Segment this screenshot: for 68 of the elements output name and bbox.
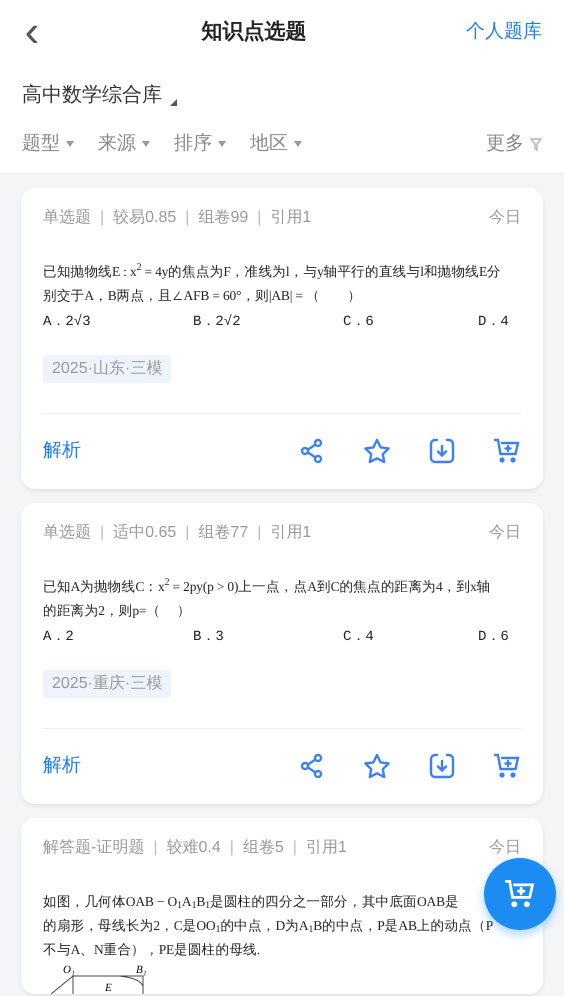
separator: | xyxy=(100,524,104,540)
filter-dropdown[interactable]: 排序 xyxy=(174,130,226,158)
analysis-link[interactable]: 解析 xyxy=(43,752,81,780)
separator: | xyxy=(257,208,262,226)
separator: | xyxy=(292,838,297,856)
question-meta: 组卷5 xyxy=(242,838,284,856)
share-icon[interactable] xyxy=(299,753,325,779)
add-to-cart-icon[interactable] xyxy=(493,438,521,464)
back-button[interactable]: ‹ xyxy=(22,10,42,54)
answer-option: A．2√3 xyxy=(43,314,91,330)
date-label: 今日 xyxy=(489,838,521,858)
question-meta: 引用1 xyxy=(306,838,347,856)
filter-dropdown[interactable]: 地区 xyxy=(250,130,302,158)
answer-option: B．3 xyxy=(193,628,224,644)
filter-icon xyxy=(530,138,542,151)
separator: | xyxy=(230,838,234,856)
filter-dropdown[interactable]: 题型 xyxy=(22,130,74,158)
question-meta: 较难0.4 xyxy=(166,838,221,856)
question-meta: 较易0.85 xyxy=(113,208,176,226)
question-text: 不与A、N重合），PE是圆柱的母线. xyxy=(43,940,262,958)
library-selector[interactable]: 高中数学综合库 xyxy=(22,80,177,110)
answer-option: A．2 xyxy=(43,628,74,644)
answer-option: D．6 xyxy=(478,628,509,644)
separator: | xyxy=(100,208,104,226)
star-icon[interactable] xyxy=(363,438,391,464)
question-meta: 组卷77 xyxy=(198,524,248,540)
source-tag: 2025·山东·三模 xyxy=(43,354,172,382)
answer-option: D．4 xyxy=(478,314,509,330)
question-meta: 引用1 xyxy=(270,524,312,540)
question-meta: 组卷99 xyxy=(198,208,248,226)
share-icon[interactable] xyxy=(299,438,325,464)
download-icon[interactable] xyxy=(429,438,455,464)
question-text: 别交于A，B两点，且∠AFB = 60°，则|AB| = （ ） xyxy=(43,286,362,305)
corner-triangle-icon xyxy=(170,99,177,106)
date-label: 今日 xyxy=(489,522,521,542)
add-to-cart-icon xyxy=(504,879,536,909)
question-meta: 解答题-证明题 xyxy=(43,838,144,856)
question-meta: 适中0.65 xyxy=(113,524,176,540)
star-icon[interactable] xyxy=(363,753,391,779)
caret-icon xyxy=(218,141,226,148)
page-title: 知识点选题 xyxy=(202,19,306,46)
separator: | xyxy=(185,208,190,226)
answer-option: C．6 xyxy=(343,314,374,330)
question-text: 的扇形，母线长为2，C是OO$_{1}$的中点，D为A$_{1}$B的中点，P是AB上的动点（P xyxy=(43,916,494,938)
question-text: 的距离为2，则p=（ ） xyxy=(43,602,192,620)
separator: | xyxy=(185,524,190,540)
more-filter-button[interactable]: 更多 xyxy=(486,130,542,158)
geometry-figure-drawing: O₁ B₁ E xyxy=(43,962,163,994)
add-to-cart-icon[interactable] xyxy=(493,753,521,779)
caret-icon xyxy=(294,141,302,148)
question-text: 如图，几何体OAB − O$_{1}$A$_{1}$B$_{1}$是圆柱的四分之一部分，其中底面OAB是 xyxy=(43,892,460,914)
question-meta: 引用1 xyxy=(270,208,312,226)
question-text: 已知A为抛物线C：x$^{2}$ = 2py(p > 0)上一点，点A到C的焦点的距离为4，到x轴 xyxy=(43,576,492,596)
answer-option: B．2√2 xyxy=(193,314,241,330)
question-meta: 单选题 xyxy=(43,524,91,540)
date-label: 今日 xyxy=(489,208,521,228)
filter-dropdown[interactable]: 来源 xyxy=(98,130,150,158)
download-icon[interactable] xyxy=(429,753,455,779)
caret-icon xyxy=(66,141,74,148)
personal-bank-link[interactable]: 个人题库 xyxy=(466,18,542,46)
answer-option: C．4 xyxy=(343,628,374,644)
analysis-link[interactable]: 解析 xyxy=(43,436,81,466)
separator: | xyxy=(153,838,158,856)
separator: | xyxy=(257,524,262,540)
source-tag: 2025·重庆·三模 xyxy=(43,670,172,698)
question-text: 已知抛物线E : x$^{2}$ = 4y的焦点为F，准线为l，与y轴平行的直线与l和抛物线E分 xyxy=(43,261,502,281)
question-meta: 单选题 xyxy=(43,208,91,226)
caret-icon xyxy=(142,141,150,148)
